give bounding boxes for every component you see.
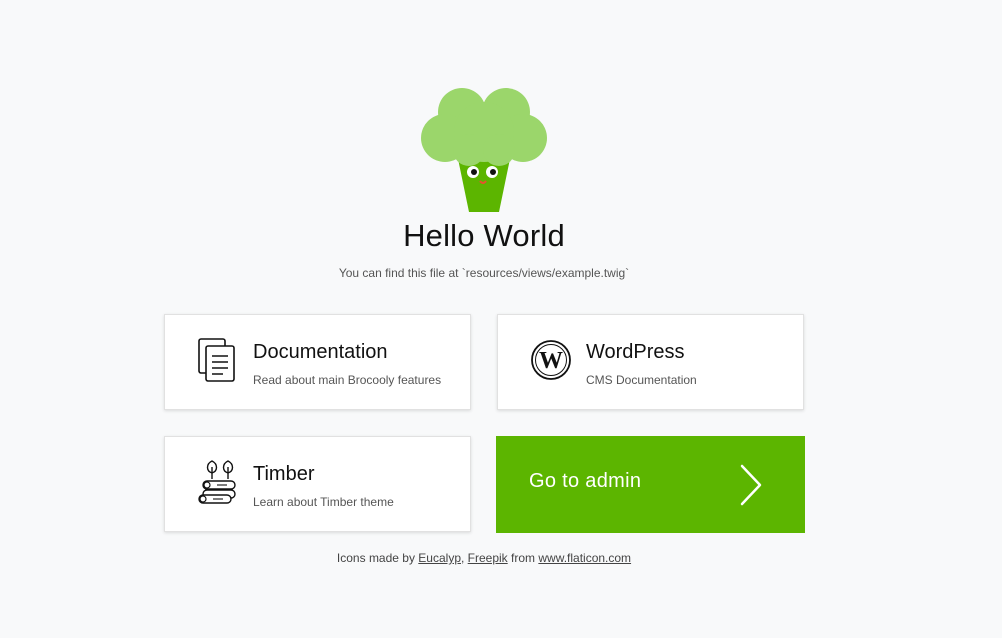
documentation-card[interactable]: Documentation Read about main Brocooly f… bbox=[164, 314, 471, 410]
wordpress-card[interactable]: W WordPress CMS Documentation bbox=[497, 314, 804, 410]
flaticon-link[interactable]: www.flaticon.com bbox=[538, 551, 631, 565]
page: Hello World You can find this file at `r… bbox=[0, 0, 1002, 638]
wordpress-logo-icon: W bbox=[531, 340, 571, 380]
footer-middle: from bbox=[507, 551, 539, 565]
timber-card-title: Timber bbox=[253, 463, 315, 485]
documents-icon bbox=[198, 338, 235, 382]
page-title: Hello World bbox=[403, 218, 565, 253]
footer-prefix: Icons made by bbox=[336, 551, 419, 565]
go-to-admin-button[interactable]: Go to admin bbox=[496, 436, 805, 533]
freepik-link[interactable]: Freepik bbox=[468, 551, 508, 565]
eucalyp-link[interactable]: Eucalyp bbox=[418, 551, 461, 565]
page-subtitle: You can find this file at `resources/vie… bbox=[338, 266, 630, 280]
logs-sprouts-icon bbox=[198, 460, 236, 504]
chevron-right-icon bbox=[740, 464, 762, 506]
documentation-card-title: Documentation bbox=[253, 341, 388, 363]
wordpress-card-title: WordPress bbox=[586, 341, 685, 363]
go-to-admin-label: Go to admin bbox=[529, 470, 642, 492]
icon-credits-footer: Icons made by Eucalyp, Freepik from www.… bbox=[0, 551, 968, 565]
wordpress-card-description: CMS Documentation bbox=[586, 373, 697, 387]
svg-text:W: W bbox=[539, 348, 563, 374]
timber-card[interactable]: Timber Learn about Timber theme bbox=[164, 436, 471, 532]
timber-card-description: Learn about Timber theme bbox=[253, 495, 394, 509]
documentation-card-description: Read about main Brocooly features bbox=[253, 373, 442, 387]
footer-separator: , bbox=[461, 551, 468, 565]
broccoli-mascot-logo bbox=[421, 88, 547, 212]
